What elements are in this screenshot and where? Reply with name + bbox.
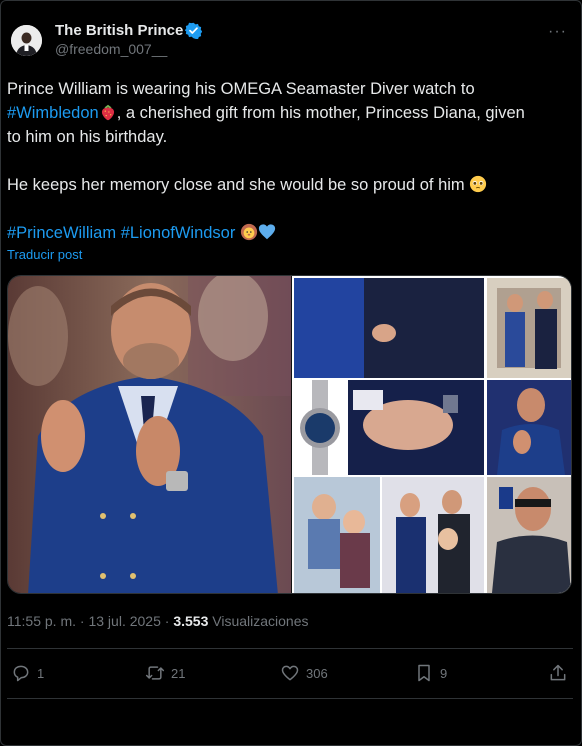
post-time[interactable]: 11:55 p. m.	[7, 613, 76, 629]
author-handle[interactable]: @freedom_007__	[55, 41, 167, 57]
bookmark-icon	[418, 664, 430, 682]
photo-prince-clapping[interactable]	[8, 276, 291, 594]
hashtag-wimbledon[interactable]: #Wimbledon	[7, 104, 99, 122]
collage-tile-couple-standing	[487, 278, 571, 378]
author-name[interactable]: The British Prince	[55, 22, 183, 39]
blue-heart-emoji-icon	[258, 224, 276, 240]
divider	[7, 648, 573, 649]
tweet-card: The British Prince @freedom_007__ ··· Pr…	[0, 0, 582, 746]
meta-separator: ·	[160, 613, 174, 629]
hashtag-prince-william[interactable]: #PrinceWilliam	[7, 224, 116, 242]
views-count: 3.553	[173, 613, 209, 629]
post-line-1: Prince William is wearing his OMEGA Seam…	[7, 80, 475, 98]
repost-icon	[145, 666, 165, 680]
reply-icon	[13, 665, 29, 682]
post-text: Prince William is wearing his OMEGA Seam…	[7, 77, 575, 245]
share-button[interactable]	[548, 662, 568, 684]
lion-emoji-icon	[240, 223, 258, 241]
reply-count: 1	[37, 665, 45, 681]
repost-button[interactable]: 21	[145, 662, 185, 684]
heart-icon	[281, 665, 299, 681]
collage-tile-family-baby	[382, 477, 484, 593]
translate-post-link[interactable]: Traducir post	[7, 247, 82, 262]
collage-tile-omega-watch	[294, 380, 346, 475]
divider	[7, 698, 573, 699]
bookmark-count: 9	[440, 665, 448, 681]
like-count: 306	[306, 665, 328, 681]
post-line-4: He keeps her memory close and she would …	[7, 176, 465, 194]
views-label: Visualizaciones	[212, 613, 309, 629]
hashtag-lion-of-windsor[interactable]: #LionofWindsor	[121, 224, 236, 242]
like-button[interactable]: 306	[280, 662, 328, 684]
bookmark-button[interactable]: 9	[414, 662, 447, 684]
meta-separator: ·	[76, 613, 89, 629]
post-date[interactable]: 13 jul. 2025	[88, 613, 160, 629]
reply-button[interactable]: 1	[11, 662, 44, 684]
post-line-2: , a cherished gift from his mother, Prin…	[116, 104, 525, 122]
share-icon	[550, 664, 566, 681]
post-line-3: to him on his birthday.	[7, 128, 168, 146]
collage-tile-diana-children	[294, 477, 380, 593]
more-options-icon[interactable]: ···	[548, 23, 567, 41]
avatar[interactable]	[11, 25, 42, 56]
collage-tile-prince-clapping	[487, 380, 571, 475]
collage-tile-holding-hands	[348, 380, 484, 475]
verified-badge-icon	[185, 22, 202, 39]
pleading-face-emoji-icon	[470, 175, 487, 193]
collage-tile-couple-hands	[294, 278, 484, 378]
strawberry-emoji-icon	[101, 104, 114, 121]
post-media[interactable]	[7, 275, 572, 594]
repost-count: 21	[171, 665, 186, 681]
post-meta: 11:55 p. m. · 13 jul. 2025 · 3.553 Visua…	[7, 613, 309, 629]
collage-tile-prince-sunglasses	[487, 477, 571, 593]
photo-collage[interactable]	[292, 276, 571, 593]
